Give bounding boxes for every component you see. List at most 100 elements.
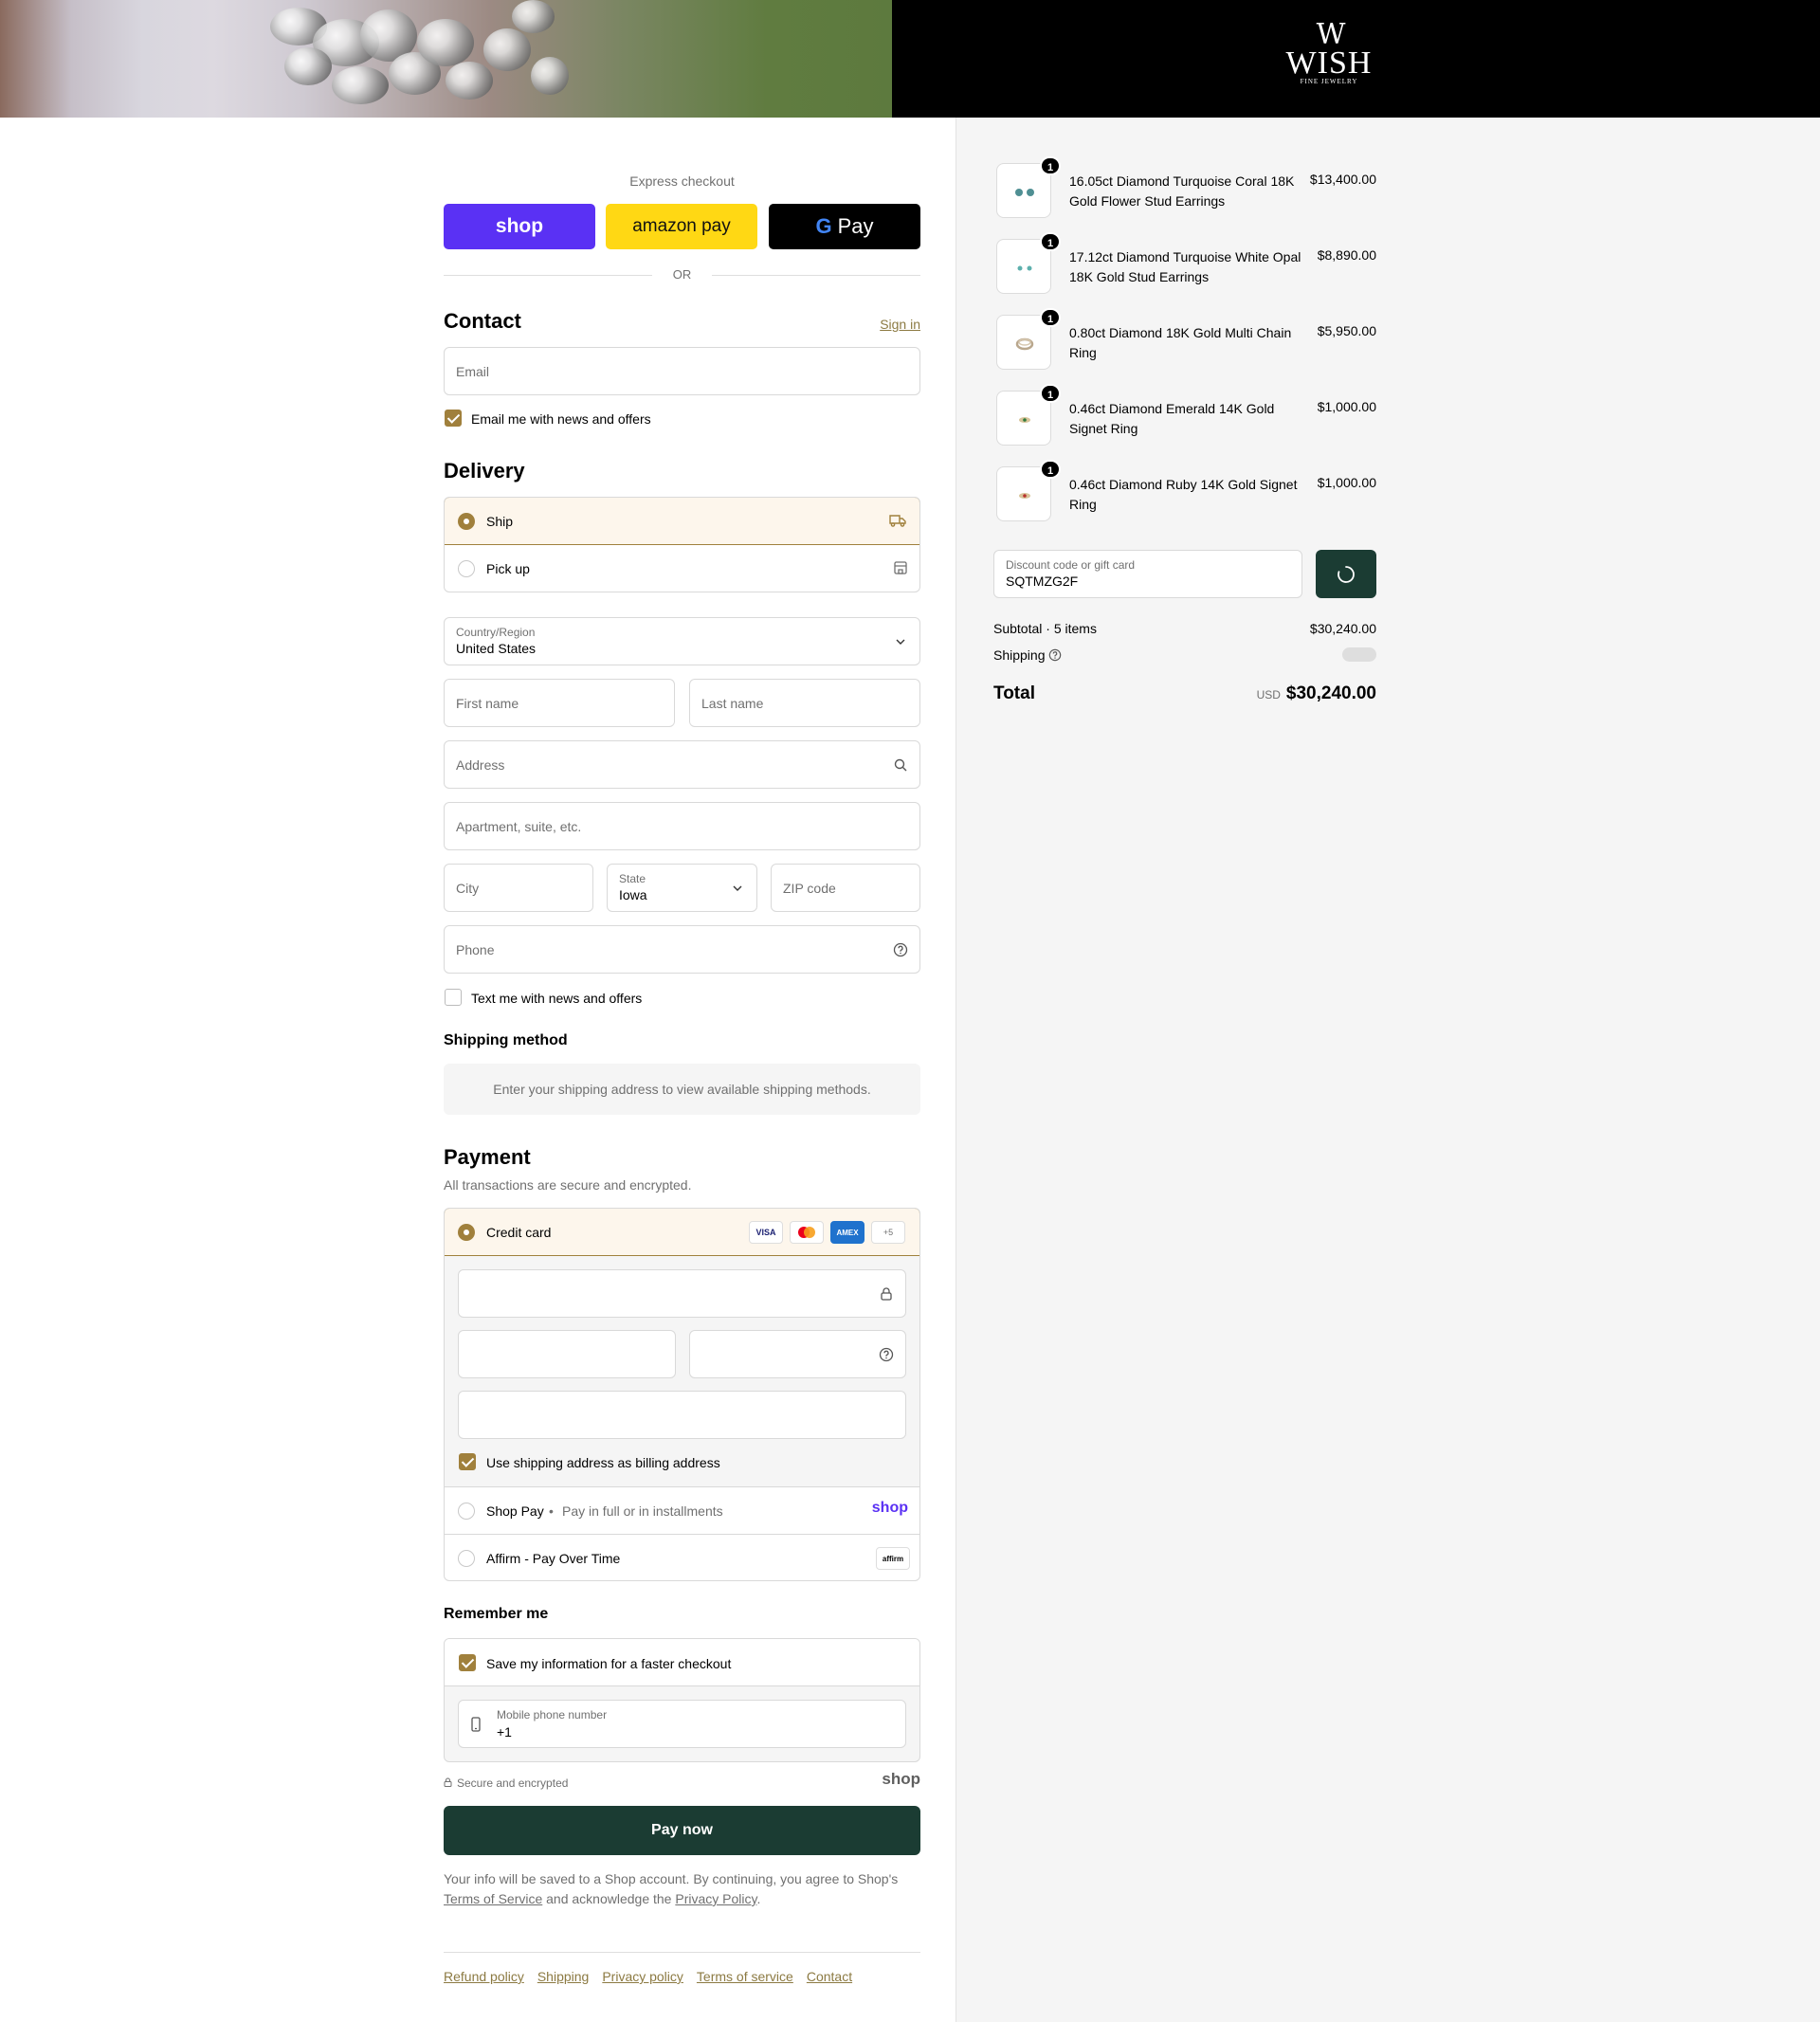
city-field[interactable]: City xyxy=(444,864,593,912)
shipping-method-heading: Shipping method xyxy=(444,1032,568,1048)
apartment-placeholder: Apartment, suite, etc. xyxy=(456,818,582,834)
sign-in-link[interactable]: Sign in xyxy=(853,317,920,332)
shop-pay-express-label: shop xyxy=(495,215,544,237)
ship-label: Ship xyxy=(486,514,514,529)
secure-label: Secure and encrypted xyxy=(457,1776,569,1790)
state-select[interactable]: State Iowa xyxy=(607,864,757,912)
first-name-placeholder: First name xyxy=(456,695,519,711)
loading-spinner-icon xyxy=(1337,565,1356,584)
google-pay-label: Pay xyxy=(837,214,874,238)
shop-pay-label: Shop Pay xyxy=(486,1503,544,1519)
amazon-pay-label: amazon pay xyxy=(632,216,731,236)
shipping-method-notice-text: Enter your shipping address to view avai… xyxy=(493,1082,871,1097)
address-field[interactable]: Address xyxy=(444,740,920,789)
shop-pay-bullet: • xyxy=(549,1503,554,1519)
country-value: United States xyxy=(456,641,537,656)
shipping-help-icon[interactable] xyxy=(1048,648,1062,662)
subtotal-value: $30,240.00 xyxy=(1309,621,1376,636)
pickup-radio[interactable] xyxy=(458,560,475,577)
payment-option-credit-card[interactable]: Credit card VISA AMEX +5 xyxy=(445,1209,919,1256)
affirm-radio[interactable] xyxy=(458,1550,475,1567)
shop-pay-logo: shop xyxy=(871,1500,908,1516)
shop-pay-express-button[interactable]: shop xyxy=(444,204,595,249)
credit-card-radio[interactable] xyxy=(458,1224,475,1241)
legal-text-3: . xyxy=(756,1891,761,1906)
or-divider-right xyxy=(712,275,920,276)
state-label: State xyxy=(619,872,646,885)
shop-pay-radio[interactable] xyxy=(458,1503,475,1520)
mobile-phone-icon xyxy=(471,1717,481,1732)
delivery-option-ship[interactable]: Ship xyxy=(445,498,919,545)
address-placeholder: Address xyxy=(456,756,505,773)
store-icon xyxy=(893,560,908,575)
quantity-badge: 1 xyxy=(1040,384,1061,403)
payment-methods: Credit card VISA AMEX +5 Use shipping ad… xyxy=(444,1208,920,1581)
pickup-label: Pick up xyxy=(486,561,530,576)
payment-option-affirm[interactable]: Affirm - Pay Over Time affirm xyxy=(445,1534,919,1580)
apartment-field[interactable]: Apartment, suite, etc. xyxy=(444,802,920,850)
help-icon[interactable] xyxy=(879,1347,894,1362)
phone-placeholder: Phone xyxy=(456,941,495,957)
google-g-icon: G xyxy=(815,214,832,238)
footer-link-terms[interactable]: Terms of service xyxy=(697,1969,793,1984)
pay-now-button[interactable]: Pay now xyxy=(444,1806,920,1855)
email-field[interactable]: Email xyxy=(444,347,920,395)
google-pay-button[interactable]: G Pay xyxy=(769,204,920,249)
mobile-phone-field[interactable]: Mobile phone number +1 xyxy=(458,1700,906,1748)
header-banner: W WISH FINE JEWELRY xyxy=(0,0,1820,118)
privacy-link[interactable]: Privacy Policy xyxy=(675,1891,756,1906)
text-news-checkbox[interactable] xyxy=(445,989,462,1006)
discount-code-field[interactable]: Discount code or gift card SQTMZG2F xyxy=(993,550,1302,598)
text-news-label: Text me with news and offers xyxy=(471,991,643,1006)
country-select[interactable]: Country/Region United States xyxy=(444,617,920,665)
footer-link-contact[interactable]: Contact xyxy=(807,1969,852,1984)
truck-icon xyxy=(888,513,907,528)
name-on-card-field[interactable] xyxy=(458,1391,906,1439)
discount-code-label: Discount code or gift card xyxy=(1006,558,1136,572)
zip-field[interactable]: ZIP code xyxy=(771,864,920,912)
email-news-checkbox[interactable] xyxy=(445,410,462,427)
legal-text: Your info will be saved to a Shop accoun… xyxy=(444,1869,920,1909)
card-number-field[interactable] xyxy=(458,1269,906,1318)
footer-link-shipping[interactable]: Shipping xyxy=(537,1969,590,1984)
last-name-field[interactable]: Last name xyxy=(689,679,920,727)
express-checkout-title: Express checkout xyxy=(629,173,735,189)
product-price: $8,890.00 xyxy=(1317,247,1376,263)
billing-address-checkbox[interactable] xyxy=(459,1453,476,1470)
total-amount: USD $30,240.00 xyxy=(1175,683,1376,704)
product-price: $1,000.00 xyxy=(1317,475,1376,490)
secure-lock-icon xyxy=(444,1777,452,1787)
more-cards-badge: +5 xyxy=(871,1221,905,1244)
quantity-badge: 1 xyxy=(1040,156,1061,175)
phone-field[interactable]: Phone xyxy=(444,925,920,974)
shipping-value-placeholder xyxy=(1342,647,1376,662)
chevron-down-icon xyxy=(893,634,908,649)
save-info-row[interactable]: Save my information for a faster checkou… xyxy=(445,1639,919,1686)
first-name-field[interactable]: First name xyxy=(444,679,675,727)
security-code-field[interactable] xyxy=(689,1330,906,1378)
pay-now-label: Pay now xyxy=(651,1822,713,1838)
ship-radio[interactable] xyxy=(458,513,475,530)
zip-placeholder: ZIP code xyxy=(783,880,836,896)
help-icon[interactable] xyxy=(893,942,908,957)
save-info-label: Save my information for a faster checkou… xyxy=(486,1656,732,1671)
apply-discount-button[interactable] xyxy=(1316,550,1376,598)
expiration-date-field[interactable] xyxy=(458,1330,676,1378)
email-placeholder: Email xyxy=(456,363,490,379)
amazon-pay-button[interactable]: amazon pay xyxy=(606,204,757,249)
state-value: Iowa xyxy=(619,887,647,902)
affirm-label: Affirm - Pay Over Time xyxy=(486,1551,621,1566)
product-price: $1,000.00 xyxy=(1317,399,1376,414)
payment-option-shop-pay[interactable]: Shop Pay • Pay in full or in installment… xyxy=(445,1486,919,1534)
footer-link-privacy[interactable]: Privacy policy xyxy=(602,1969,683,1984)
save-info-checkbox[interactable] xyxy=(459,1654,476,1671)
mastercard-icon xyxy=(790,1221,824,1244)
search-icon xyxy=(893,757,908,773)
footer-divider xyxy=(444,1952,920,1953)
delivery-option-pickup[interactable]: Pick up xyxy=(445,545,919,592)
city-placeholder: City xyxy=(456,880,480,896)
brand-logo[interactable]: W WISH FINE JEWELRY xyxy=(1282,21,1376,86)
footer-link-refund[interactable]: Refund policy xyxy=(444,1969,524,1984)
quantity-badge: 1 xyxy=(1040,308,1061,327)
terms-link[interactable]: Terms of Service xyxy=(444,1891,542,1906)
